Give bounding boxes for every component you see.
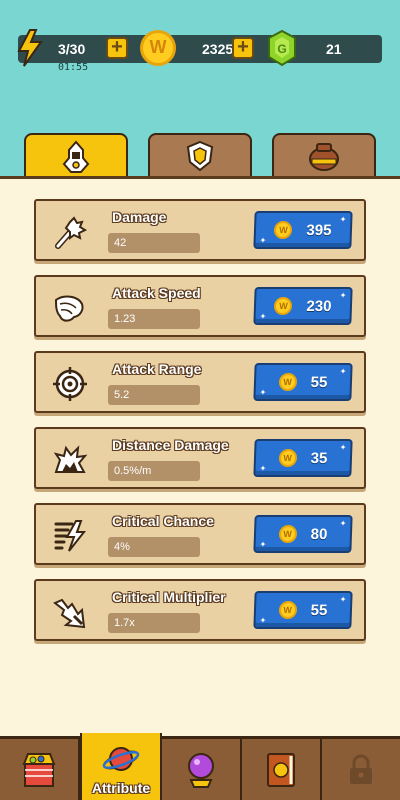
upgrade-cost: 230 <box>306 297 332 315</box>
bag-icon <box>309 143 339 171</box>
lock-icon <box>350 754 372 784</box>
energy-timer: 01:55 <box>58 62 89 73</box>
attribute-card-critical-multiplier: Critical Multiplier 1.7x W 55 ✦ ✦ <box>34 579 366 641</box>
sparkle-icon: ✦ <box>259 616 267 625</box>
coin-icon: W <box>278 601 297 619</box>
attribute-title: Damage <box>112 209 167 225</box>
nav-book[interactable] <box>242 739 322 800</box>
gem-value: 21 <box>326 41 342 57</box>
resource-bar: 3/30 + W 2325 + G 21 <box>17 29 382 67</box>
upgrade-critical-chance-button[interactable]: W 80 ✦ ✦ <box>253 515 353 553</box>
attribute-title: Attack Speed <box>112 285 201 301</box>
coin-icon: W <box>274 297 293 315</box>
sparkle-icon: ✦ <box>339 367 347 376</box>
sparkle-icon: ✦ <box>339 443 347 452</box>
attribute-title: Critical Chance <box>112 513 214 529</box>
club-icon <box>55 216 88 249</box>
attribute-value: 4% <box>108 537 200 557</box>
upgrade-cost: 80 <box>310 525 328 543</box>
attribute-card-attack-speed: Attack Speed 1.23 W 230 ✦ ✦ <box>34 275 366 337</box>
attribute-value: 0.5%/m <box>108 461 200 481</box>
crystal-ball-icon <box>188 752 214 788</box>
sparkle-icon: ✦ <box>259 540 267 549</box>
coin-icon: W <box>274 221 293 239</box>
nav-crystal-ball[interactable] <box>162 739 242 800</box>
attribute-card-distance-damage: Distance Damage 0.5%/m W 35 ✦ ✦ <box>34 427 366 489</box>
sparkle-icon: ✦ <box>259 236 267 245</box>
attribute-title: Attack Range <box>112 361 202 377</box>
sparkle-icon: ✦ <box>339 595 347 604</box>
sparkle-icon: ✦ <box>339 291 347 300</box>
tab-shield[interactable] <box>148 133 252 177</box>
upgrade-cost: 35 <box>310 449 328 467</box>
coin-value: 2325 <box>202 41 234 57</box>
sparkle-icon: ✦ <box>339 519 347 528</box>
energy-counter: 3/30 + <box>17 29 128 67</box>
upgrade-attack-range-button[interactable]: W 55 ✦ ✦ <box>253 363 353 401</box>
upgrade-damage-button[interactable]: W 395 ✦ ✦ <box>253 211 353 249</box>
coin-icon: W <box>278 525 297 543</box>
nav-shop[interactable] <box>0 739 80 800</box>
nav-locked[interactable] <box>322 739 400 800</box>
gem-icon: G <box>268 29 296 67</box>
shield-icon <box>186 140 214 172</box>
lightning-icon <box>54 520 87 552</box>
coin-icon: W <box>140 30 176 66</box>
lightning-bolt-icon <box>17 29 43 67</box>
planet-icon <box>102 746 140 771</box>
explosion-icon <box>53 445 88 473</box>
bottom-nav: Attribute <box>0 733 400 800</box>
attribute-panel: Damage 42 W 395 ✦ ✦ Attack Speed 1.23 W … <box>0 176 400 736</box>
attribute-title: Distance Damage <box>112 437 229 453</box>
upgrade-attack-speed-button[interactable]: W 230 ✦ ✦ <box>253 287 353 325</box>
attribute-card-damage: Damage 42 W 395 ✦ ✦ <box>34 199 366 261</box>
tab-hero[interactable] <box>24 133 128 179</box>
hero-icon <box>62 140 90 173</box>
sparkle-icon: ✦ <box>339 215 347 224</box>
attribute-card-critical-chance: Critical Chance 4% W 80 ✦ ✦ <box>34 503 366 565</box>
sparkle-icon: ✦ <box>259 312 267 321</box>
sparkle-icon: ✦ <box>259 388 267 397</box>
shop-icon <box>22 752 56 787</box>
add-energy-button[interactable]: + <box>106 37 128 59</box>
upgrade-cost: 55 <box>310 601 328 619</box>
svg-text:G: G <box>277 42 286 56</box>
add-coins-button[interactable]: + <box>232 37 254 59</box>
attribute-value: 1.23 <box>108 309 200 329</box>
wing-icon <box>54 295 84 322</box>
nav-label: Attribute <box>91 780 151 796</box>
attribute-value: 5.2 <box>108 385 200 405</box>
upgrade-critical-multiplier-button[interactable]: W 55 ✦ ✦ <box>253 591 353 629</box>
sparkle-icon: ✦ <box>259 464 267 473</box>
attribute-value: 1.7x <box>108 613 200 633</box>
crit-arrow-icon <box>53 598 86 629</box>
attribute-value: 42 <box>108 233 200 253</box>
energy-value: 3/30 <box>58 41 86 57</box>
upgrade-cost: 395 <box>306 221 332 239</box>
attribute-card-attack-range: Attack Range 5.2 W 55 ✦ ✦ <box>34 351 366 413</box>
tab-bag[interactable] <box>272 133 376 177</box>
upgrade-distance-damage-button[interactable]: W 35 ✦ ✦ <box>253 439 353 477</box>
coin-icon: W <box>278 373 297 391</box>
nav-attribute[interactable]: Attribute <box>80 733 162 800</box>
attribute-title: Critical Multiplier <box>112 589 226 605</box>
coin-icon: W <box>278 449 297 467</box>
crosshair-icon <box>53 367 87 401</box>
book-icon <box>267 752 295 787</box>
upgrade-cost: 55 <box>310 373 328 391</box>
